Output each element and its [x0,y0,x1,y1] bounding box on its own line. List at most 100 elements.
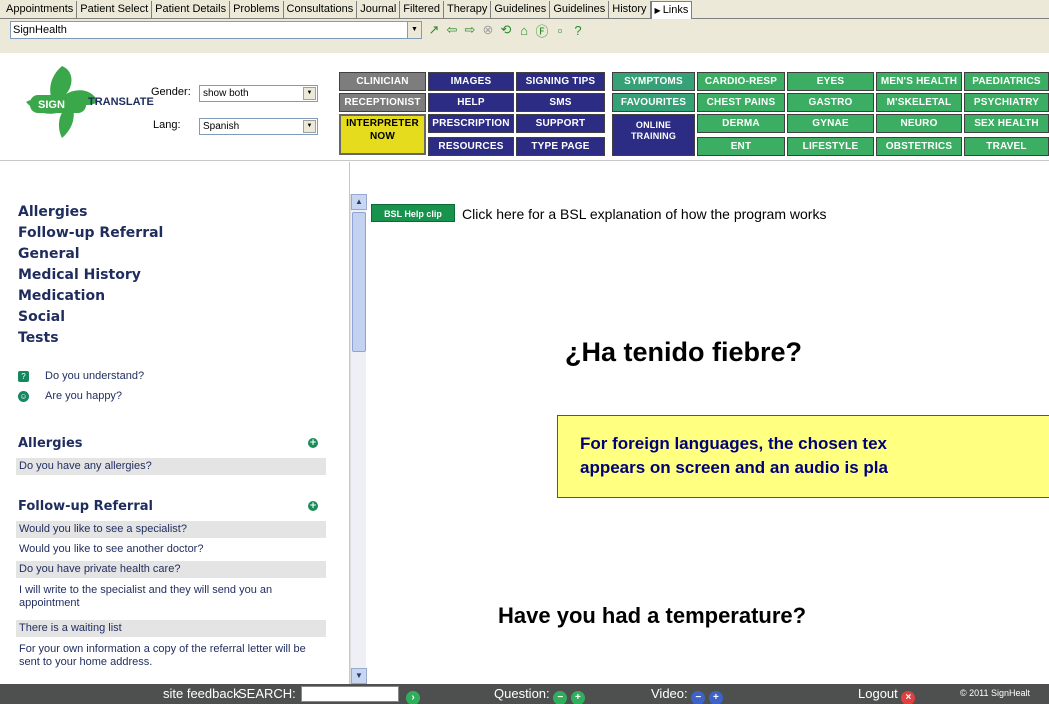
nav-ent[interactable]: ENT [697,137,785,156]
refresh-icon[interactable]: ⟲ [499,22,513,38]
tab-patient-details[interactable]: Patient Details [152,1,231,18]
address-field[interactable]: SignHealth [10,21,420,39]
phrase-item[interactable]: Would you like to see another doctor? [16,541,326,558]
expand-icon[interactable]: + [308,501,318,511]
logout-button[interactable]: Logout × [858,686,916,704]
category-allergies[interactable]: Allergies [18,202,163,223]
section-heading-allergies: Allergies + [18,436,326,451]
nav-support[interactable]: SUPPORT [516,114,605,133]
callout-line-1: For foreign languages, the chosen tex [580,434,887,453]
nav-eyes[interactable]: EYES [787,72,874,91]
search-go-icon[interactable]: › [406,686,420,704]
nav-travel[interactable]: TRAVEL [964,137,1049,156]
nav-signing-tips[interactable]: SIGNING TIPS [516,72,605,91]
phrase-item[interactable]: Do you have any allergies? [16,458,326,475]
nav-sms[interactable]: SMS [516,93,605,112]
nav-cardio-resp[interactable]: CARDIO-RESP [697,72,785,91]
category-medical-history[interactable]: Medical History [18,265,163,286]
forward-icon[interactable]: ⇨ [463,22,477,38]
phrase-item[interactable]: For your own information a copy of the r… [16,641,326,671]
nav-obstetrics[interactable]: OBSTETRICS [876,137,962,156]
go-icon[interactable]: ↗ [427,22,441,38]
nav-derma[interactable]: DERMA [697,114,785,133]
lang-select[interactable]: Spanish ▼ [199,118,318,135]
tab-therapy[interactable]: Therapy [444,1,492,18]
tab-filtered[interactable]: Filtered [400,1,444,18]
tab-patient-select[interactable]: Patient Select [77,1,153,18]
question-minus-icon[interactable]: − [553,691,568,704]
address-dropdown-icon[interactable]: ▼ [407,21,422,39]
quick-happy[interactable]: ☺ Are you happy? [18,390,122,402]
nav-neuro[interactable]: NEURO [876,114,962,133]
chevron-down-icon: ▼ [303,120,316,133]
nav-gynae[interactable]: GYNAE [787,114,874,133]
nav-resources[interactable]: RESOURCES [428,137,514,156]
phrase-panel-scrollbar[interactable]: ▲ ▼ [350,194,367,684]
scroll-thumb[interactable] [352,212,366,352]
nav-prescription[interactable]: PRESCRIPTION [428,114,514,133]
scroll-up-icon[interactable]: ▲ [351,194,367,210]
nav-clinician[interactable]: CLINICIAN [339,72,426,91]
popout-icon[interactable]: ▫ [553,23,567,38]
question-plus-icon[interactable]: + [570,691,585,704]
bsl-help-link[interactable]: Click here for a BSL explanation of how … [462,206,826,222]
nav-online-training[interactable]: ONLINE TRAINING [612,114,695,156]
nav-sex-health[interactable]: SEX HEALTH [964,114,1049,133]
scroll-down-icon[interactable]: ▼ [351,668,367,684]
quick-understand-label: Do you understand? [45,370,145,382]
tab-guidelines-1[interactable]: Guidelines [491,1,551,18]
address-toolbar: SignHealth ▼ ↗ ⇦ ⇨ ⊗ ⟲ ⌂ Ⓕ ▫ ? [0,19,1049,53]
phrase-item[interactable]: Do you have private health care? [16,561,326,578]
expand-icon[interactable]: + [308,438,318,448]
category-social[interactable]: Social [18,307,163,328]
nav-images[interactable]: IMAGES [428,72,514,91]
tab-appointments[interactable]: Appointments [3,1,78,18]
nav-symptoms[interactable]: SYMPTOMS [612,72,695,91]
nav-mskeletal[interactable]: M'SKELETAL [876,93,962,112]
nav-psychiatry[interactable]: PSYCHIATRY [964,93,1049,112]
chevron-down-icon: ▼ [303,87,316,100]
category-list: Allergies Follow-up Referral General Med… [18,202,163,349]
nav-receptionist[interactable]: RECEPTIONIST [339,93,426,112]
tab-links[interactable]: ▶ Links [650,1,693,19]
nav-gastro[interactable]: GASTRO [787,93,874,112]
nav-chest-pains[interactable]: CHEST PAINS [697,93,785,112]
tab-consultations[interactable]: Consultations [284,1,358,18]
nav-mens-health[interactable]: MEN'S HEALTH [876,72,962,91]
home-icon[interactable]: ⌂ [517,23,531,38]
smiley-icon: ☺ [18,390,29,402]
gender-select[interactable]: show both ▼ [199,85,318,102]
video-minus-icon[interactable]: − [691,691,706,704]
tab-guidelines-2[interactable]: Guidelines [550,1,610,18]
nav-help[interactable]: HELP [428,93,514,112]
bsl-help-clip-button[interactable]: BSL Help clip [371,204,455,222]
help-icon[interactable]: ? [571,23,585,38]
category-medication[interactable]: Medication [18,286,163,307]
tab-journal[interactable]: Journal [357,1,401,18]
nav-paediatrics[interactable]: PAEDIATRICS [964,72,1049,91]
gender-value: show both [203,88,249,99]
info-callout: For foreign languages, the chosen tex ap… [557,415,1049,498]
site-feedback-link[interactable]: site feedback [163,686,240,701]
quick-understand[interactable]: ? Do you understand? [18,370,144,382]
back-icon[interactable]: ⇦ [445,22,459,38]
category-follow-up-referral[interactable]: Follow-up Referral [18,223,163,244]
nav-interpreter-now[interactable]: INTERPRETER NOW [339,114,426,155]
phrase-item[interactable]: Would you like to see a specialist? [16,521,326,538]
header: SIGN TRANSLATE Gender: show both ▼ Lang:… [0,53,1049,161]
category-general[interactable]: General [18,244,163,265]
nav-favourites[interactable]: FAVOURITES [612,93,695,112]
quick-happy-label: Are you happy? [45,390,123,402]
nav-lifestyle[interactable]: LIFESTYLE [787,137,874,156]
category-tests[interactable]: Tests [18,328,163,349]
favourites-icon[interactable]: Ⓕ [535,21,549,40]
search-input[interactable] [301,686,399,702]
nav-type-page[interactable]: TYPE PAGE [516,137,605,156]
stop-icon[interactable]: ⊗ [481,22,495,38]
tab-history[interactable]: History [609,1,651,18]
phrase-item[interactable]: There is a waiting list [16,620,326,637]
video-plus-icon[interactable]: + [708,691,723,704]
section-heading-follow-up: Follow-up Referral + [18,499,326,514]
phrase-item[interactable]: I will write to the specialist and they … [16,582,326,612]
tab-problems[interactable]: Problems [230,1,284,18]
